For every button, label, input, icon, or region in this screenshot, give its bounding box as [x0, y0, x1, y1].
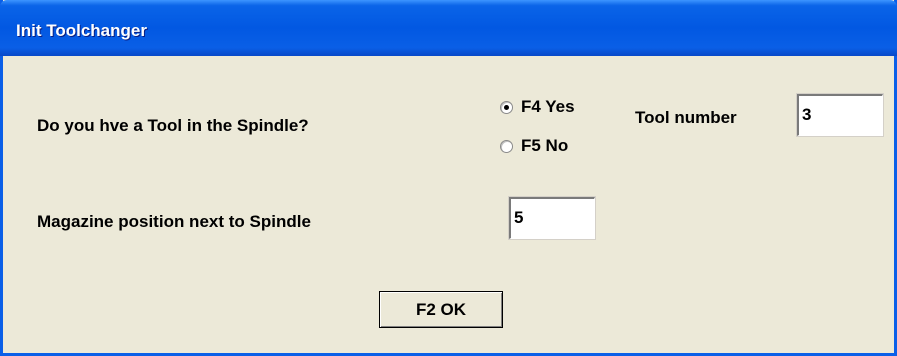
dialog-window: Init Toolchanger Do you hve a Tool in th…: [0, 0, 897, 356]
magazine-position-label: Magazine position next to Spindle: [37, 212, 311, 231]
title-bar[interactable]: Init Toolchanger: [0, 0, 897, 56]
tool-number-label: Tool number: [635, 108, 737, 127]
radio-yes-circle[interactable]: [500, 100, 513, 114]
spindle-question-label: Do you hve a Tool in the Spindle?: [37, 116, 309, 135]
tool-number-input[interactable]: 3: [796, 93, 884, 137]
radio-yes-label[interactable]: F4 Yes: [521, 97, 575, 117]
radio-no-circle[interactable]: [500, 139, 513, 153]
radio-yes[interactable]: F4 Yes: [500, 97, 575, 117]
ok-button[interactable]: F2 OK: [379, 291, 503, 328]
radio-no-label[interactable]: F5 No: [521, 136, 568, 156]
radio-no[interactable]: F5 No: [500, 136, 568, 156]
magazine-position-input[interactable]: 5: [508, 196, 596, 240]
radio-selected-dot: [504, 104, 509, 110]
window-title: Init Toolchanger: [16, 21, 147, 40]
